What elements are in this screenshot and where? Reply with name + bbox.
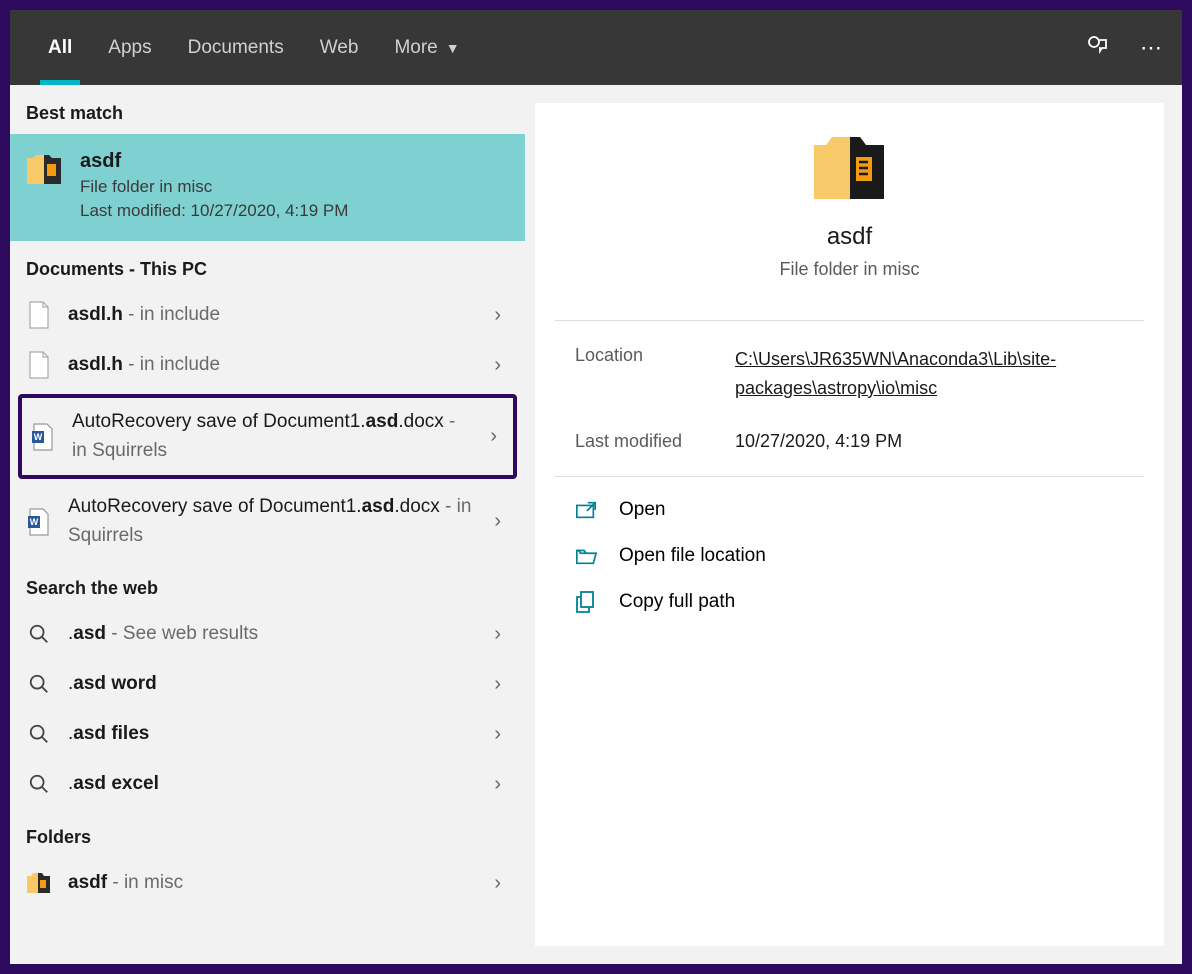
best-match-sub: File folder in misc [80,177,348,197]
tab-apps[interactable]: Apps [90,10,169,85]
search-icon [26,619,52,649]
tab-documents[interactable]: Documents [170,10,302,85]
search-icon [26,669,52,699]
modified-value: 10/27/2020, 4:19 PM [735,431,1124,452]
web-result-item[interactable]: .asd word › [10,659,525,709]
tab-more-label: More [394,37,437,59]
word-file-icon: W [26,507,52,537]
web-header: Search the web [10,560,525,609]
divider [555,320,1144,321]
best-match-item[interactable]: asdf File folder in misc Last modified: … [10,134,525,241]
action-copy-path[interactable]: Copy full path [535,579,1164,625]
action-open-label: Open [619,499,665,521]
options-icon[interactable]: ⋯ [1140,35,1162,61]
result-text: asdf - in misc [68,869,478,898]
chevron-right-icon[interactable]: › [494,872,509,895]
action-open[interactable]: Open [535,487,1164,533]
chevron-right-icon[interactable]: › [490,425,505,448]
chevron-down-icon: ▼ [446,40,460,56]
folder-result-item[interactable]: asdf - in misc › [10,858,525,908]
result-item[interactable]: asdl.h - in include › [10,340,525,390]
result-item[interactable]: asdl.h - in include › [10,290,525,340]
result-item[interactable]: W AutoRecovery save of Document1.asd.doc… [10,483,525,560]
result-text: asdl.h - in include [68,351,478,380]
detail-modified: Last modified 10/27/2020, 4:19 PM [535,417,1164,466]
web-result-item[interactable]: .asd excel › [10,759,525,809]
result-text: .asd word [68,670,478,699]
folder-icon-large [810,133,890,203]
tab-all[interactable]: All [30,10,90,85]
result-text: AutoRecovery save of Document1.asd.docx … [68,493,478,550]
file-icon [26,350,52,380]
action-open-location-label: Open file location [619,545,766,567]
result-text: AutoRecovery save of Document1.asd.docx … [72,408,474,465]
feedback-icon[interactable] [1086,33,1110,63]
svg-text:W: W [34,432,43,442]
chevron-right-icon[interactable]: › [494,304,509,327]
best-match-title: asdf [80,150,348,173]
web-result-item[interactable]: .asd files › [10,709,525,759]
tab-web[interactable]: Web [302,10,377,85]
documents-header: Documents - This PC [10,241,525,290]
search-window: All Apps Documents Web More ▼ ⋯ Best mat… [10,10,1182,964]
folders-header: Folders [10,809,525,858]
best-match-modified: Last modified: 10/27/2020, 4:19 PM [80,201,348,221]
result-text: asdl.h - in include [68,301,478,330]
tab-more[interactable]: More ▼ [376,10,477,85]
action-open-location[interactable]: Open file location [535,533,1164,579]
folder-icon [26,868,52,898]
chevron-right-icon[interactable]: › [494,354,509,377]
chevron-right-icon[interactable]: › [494,673,509,696]
folder-icon [26,150,64,188]
search-icon [26,769,52,799]
action-copy-path-label: Copy full path [619,591,735,613]
chevron-right-icon[interactable]: › [494,773,509,796]
copy-icon [575,591,597,613]
tabs-bar: All Apps Documents Web More ▼ ⋯ [10,10,1182,85]
chevron-right-icon[interactable]: › [494,623,509,646]
folder-open-icon [575,545,597,567]
result-text: .asd excel [68,770,478,799]
result-text: .asd files [68,720,478,749]
best-match-header: Best match [10,85,525,134]
chevron-right-icon[interactable]: › [494,510,509,533]
preview-title: asdf [555,223,1144,251]
file-icon [26,300,52,330]
preview-pane: asdf File folder in misc Location C:\Use… [535,103,1164,946]
result-text: .asd - See web results [68,620,478,649]
detail-location: Location C:\Users\JR635WN\Anaconda3\Lib\… [535,331,1164,417]
location-label: Location [575,345,735,403]
result-item-focused[interactable]: W AutoRecovery save of Document1.asd.doc… [18,394,517,479]
word-file-icon: W [30,422,56,452]
results-pane: Best match asdf File folder in misc Last… [10,85,525,964]
svg-text:W: W [30,517,39,527]
web-result-item[interactable]: .asd - See web results › [10,609,525,659]
search-icon [26,719,52,749]
chevron-right-icon[interactable]: › [494,723,509,746]
modified-label: Last modified [575,431,735,452]
divider [555,476,1144,477]
location-value[interactable]: C:\Users\JR635WN\Anaconda3\Lib\site-pack… [735,345,1124,403]
preview-sub: File folder in misc [555,259,1144,280]
open-icon [575,499,597,521]
